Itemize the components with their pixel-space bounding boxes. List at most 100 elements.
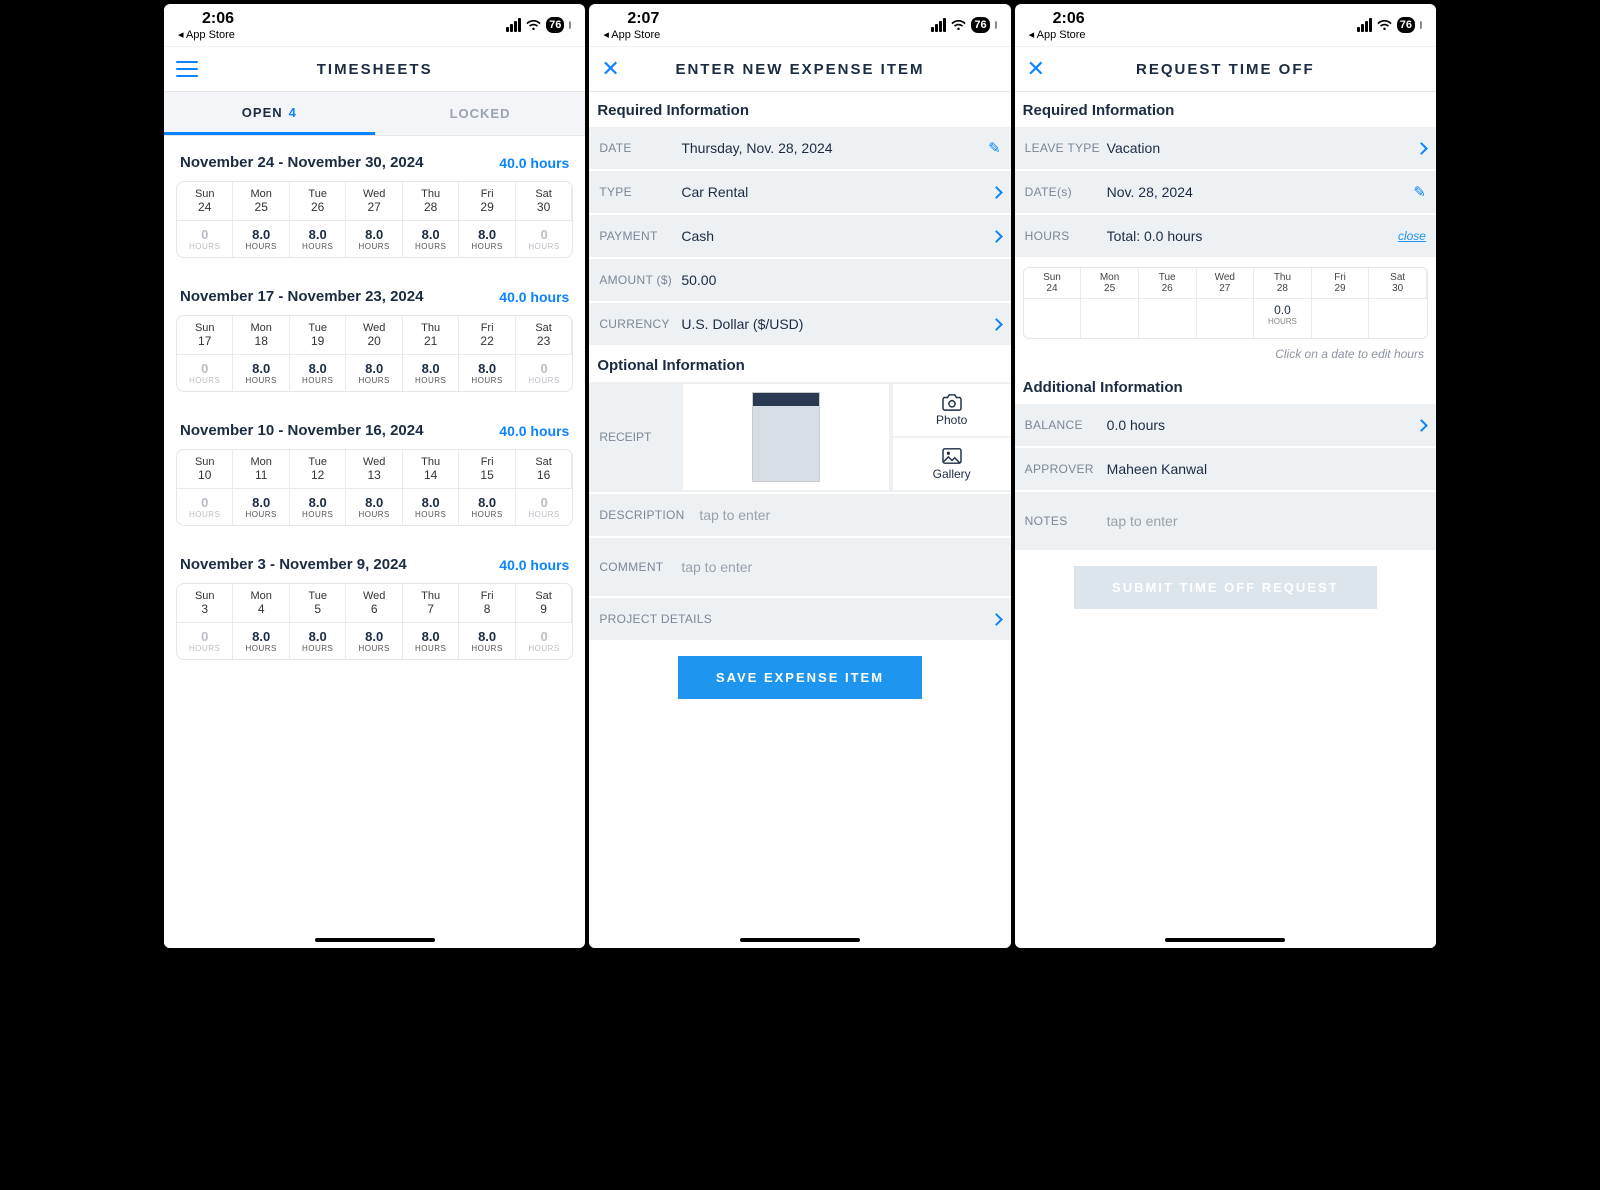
photo-button[interactable]: Photo [893,384,1011,436]
signal-icon [1357,18,1372,32]
week-range: November 10 - November 16, 2024 [180,422,423,439]
field-dates[interactable]: DATE(s) Nov. 28, 2024 ✎ [1015,171,1436,215]
timesheet-list[interactable]: November 24 - November 30, 2024 40.0 hour… [164,136,585,948]
field-amount[interactable]: AMOUNT ($) 50.00 [589,259,1010,303]
day-cell[interactable]: 0HOURS [177,220,233,257]
day-cell[interactable]: 0HOURS [177,488,233,525]
hours-day-cell[interactable] [1024,298,1082,338]
day-cell[interactable]: 8.0HOURS [346,220,402,257]
day-cell[interactable]: 8.0HOURS [290,220,346,257]
status-back-appstore[interactable]: ◂ App Store [1029,28,1086,41]
submit-timeoff-button[interactable]: SUBMIT TIME OFF REQUEST [1074,566,1377,609]
hours-day-cell[interactable] [1369,298,1427,338]
chevron-right-icon [990,318,1003,331]
wifi-icon [525,19,542,32]
day-cell[interactable]: 8.0HOURS [233,488,289,525]
hours-day-cell[interactable] [1312,298,1370,338]
field-balance[interactable]: BALANCE 0.0 hours [1015,404,1436,448]
camera-icon [941,393,963,411]
day-cell[interactable]: 0HOURS [516,488,572,525]
hours-day-cell[interactable] [1081,298,1139,338]
day-cell[interactable]: 8.0HOURS [346,354,402,391]
day-cell[interactable]: 8.0HOURS [459,622,515,659]
close-button[interactable]: ✕ [1027,56,1045,82]
week-total: 40.0 hours [499,289,569,305]
tab-open[interactable]: OPEN4 [164,92,375,135]
expense-form: Required Information DATE Thursday, Nov.… [589,92,1010,948]
field-date[interactable]: DATE Thursday, Nov. 28, 2024 ✎ [589,127,1010,171]
day-cell[interactable]: 8.0HOURS [403,622,459,659]
field-approver: APPROVER Maheen Kanwal [1015,448,1436,492]
close-icon: ✕ [1027,56,1045,82]
timesheet-week[interactable]: November 17 - November 23, 202440.0 hour… [164,270,585,392]
save-expense-button[interactable]: SAVE EXPENSE ITEM [678,656,922,699]
day-cell[interactable]: 8.0HOURS [403,488,459,525]
field-project-details[interactable]: PROJECT DETAILS [589,598,1010,642]
section-required: Required Information [589,92,1010,127]
day-cell[interactable]: 8.0HOURS [233,622,289,659]
field-type[interactable]: TYPE Car Rental [589,171,1010,215]
week-range: November 3 - November 9, 2024 [180,556,407,573]
tab-locked[interactable]: LOCKED [375,92,586,135]
chevron-right-icon [990,186,1003,199]
hours-hint: Click on a date to edit hours [1015,347,1436,369]
close-hours-link[interactable]: close [1398,229,1426,243]
day-cell[interactable]: 8.0HOURS [459,220,515,257]
day-cell[interactable]: 8.0HOURS [233,354,289,391]
day-cell[interactable]: 0HOURS [516,354,572,391]
day-cell[interactable]: 8.0HOURS [346,488,402,525]
page-title: REQUEST TIME OFF [1136,61,1315,78]
day-cell[interactable]: 0HOURS [177,354,233,391]
section-additional: Additional Information [1015,369,1436,404]
wifi-icon [950,19,967,32]
day-cell[interactable]: 8.0HOURS [459,354,515,391]
day-cell[interactable]: 8.0HOURS [290,622,346,659]
screen-timeoff: 2:06 ◂ App Store 76 ✕ REQUEST TIME OFF R… [1015,4,1436,948]
status-time: 2:06 [178,10,235,28]
day-cell[interactable]: 8.0HOURS [233,220,289,257]
wifi-icon [1376,19,1393,32]
field-notes[interactable]: NOTES tap to enter [1015,492,1436,552]
week-total: 40.0 hours [499,557,569,573]
day-cell[interactable]: 8.0HOURS [290,488,346,525]
day-cell[interactable]: 0HOURS [516,622,572,659]
status-back-appstore[interactable]: ◂ App Store [603,28,660,41]
timesheet-week[interactable]: November 10 - November 16, 202440.0 hour… [164,404,585,526]
day-cell[interactable]: 8.0HOURS [403,354,459,391]
receipt-thumbnail[interactable] [683,384,888,490]
day-cell[interactable]: 8.0HOURS [403,220,459,257]
signal-icon [931,18,946,32]
menu-button[interactable] [176,61,198,77]
edit-icon: ✎ [1413,183,1426,201]
field-leave-type[interactable]: LEAVE TYPE Vacation [1015,127,1436,171]
day-cell[interactable]: 0HOURS [516,220,572,257]
hours-day-cell[interactable] [1197,298,1255,338]
hours-day-cell[interactable]: 0.0HOURS [1254,298,1312,338]
navbar: TIMESHEETS [164,46,585,92]
section-optional: Optional Information [589,347,1010,382]
close-button[interactable]: ✕ [601,56,619,82]
timesheet-week[interactable]: November 24 - November 30, 2024 40.0 hour… [164,136,585,258]
week-total: 40.0 hours [499,155,569,171]
hours-day-cell[interactable] [1139,298,1197,338]
day-cell[interactable]: 8.0HOURS [346,622,402,659]
gallery-button[interactable]: Gallery [893,438,1011,490]
chevron-right-icon [1415,419,1428,432]
page-title: ENTER NEW EXPENSE ITEM [675,61,924,78]
status-back-appstore[interactable]: ◂ App Store [178,28,235,41]
day-cell[interactable]: 8.0HOURS [459,488,515,525]
day-cell[interactable]: 8.0HOURS [290,354,346,391]
status-time: 2:06 [1029,10,1086,28]
timesheet-week[interactable]: November 3 - November 9, 202440.0 hoursS… [164,538,585,660]
field-receipt: RECEIPT Photo Gallery [589,382,1010,494]
day-cell[interactable]: 0HOURS [177,622,233,659]
field-description[interactable]: DESCRIPTION tap to enter [589,494,1010,538]
signal-icon [506,18,521,32]
field-payment[interactable]: PAYMENT Cash [589,215,1010,259]
field-hours: HOURS Total: 0.0 hours close [1015,215,1436,259]
week-range: November 24 - November 30, 2024 [180,154,423,171]
field-comment[interactable]: COMMENT tap to enter [589,538,1010,598]
field-currency[interactable]: CURRENCY U.S. Dollar ($/USD) [589,303,1010,347]
home-indicator [315,938,435,942]
chevron-right-icon [990,230,1003,243]
